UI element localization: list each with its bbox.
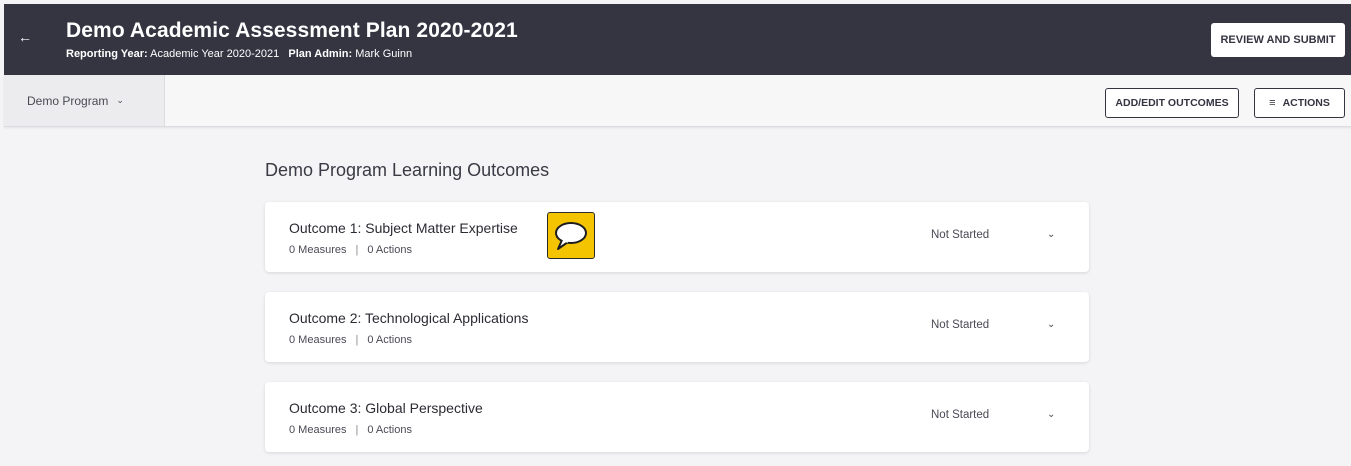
- reporting-year-value: Academic Year 2020-2021: [150, 48, 280, 60]
- program-dropdown-label: Demo Program: [27, 93, 109, 108]
- outcome-actions: 0 Actions: [367, 424, 412, 436]
- meta-separator: |: [355, 334, 359, 346]
- menu-icon: ≡: [1269, 97, 1276, 109]
- plan-title: Demo Academic Assessment Plan 2020-2021: [66, 19, 518, 42]
- outcome-meta: 0 Measures | 0 Actions: [289, 334, 412, 346]
- chevron-down-icon[interactable]: ⌄: [1047, 229, 1055, 240]
- chevron-down-icon[interactable]: ⌄: [1047, 319, 1055, 330]
- outcome-status: Not Started: [931, 409, 990, 421]
- outcome-status: Not Started: [931, 319, 990, 331]
- section-title: Demo Program Learning Outcomes: [265, 160, 550, 180]
- plan-header: ← Demo Academic Assessment Plan 2020-202…: [4, 4, 1351, 75]
- actions-button[interactable]: ≡ ACTIONS: [1254, 88, 1345, 118]
- add-edit-outcomes-button[interactable]: ADD/EDIT OUTCOMES: [1105, 88, 1239, 118]
- meta-separator: |: [355, 244, 359, 256]
- review-and-submit-button[interactable]: REVIEW AND SUBMIT: [1211, 23, 1345, 57]
- speech-bubble-icon: [555, 221, 587, 250]
- actions-button-label: ACTIONS: [1282, 97, 1330, 109]
- outcome-measures: 0 Measures: [289, 424, 347, 436]
- outcome-card-1[interactable]: Outcome 1: Subject Matter Expertise 0 Me…: [265, 202, 1089, 272]
- outcome-title: Outcome 2: Technological Applications: [289, 310, 529, 326]
- program-dropdown[interactable]: Demo Program ⌄: [4, 75, 165, 126]
- outcome-title: Outcome 3: Global Perspective: [289, 400, 483, 416]
- outcome-actions: 0 Actions: [367, 244, 412, 256]
- outcome-card-2[interactable]: Outcome 2: Technological Applications 0 …: [265, 292, 1089, 362]
- chevron-down-icon[interactable]: ⌄: [1047, 409, 1055, 420]
- meta-separator: |: [355, 424, 359, 436]
- outcome-actions: 0 Actions: [367, 334, 412, 346]
- comment-button[interactable]: [547, 212, 595, 259]
- back-arrow-icon[interactable]: ←: [18, 30, 32, 44]
- chevron-down-icon: ⌄: [116, 95, 124, 105]
- outcome-meta: 0 Measures | 0 Actions: [289, 244, 412, 256]
- outcome-title: Outcome 1: Subject Matter Expertise: [289, 220, 518, 236]
- plan-admin-value: Mark Guinn: [355, 48, 413, 60]
- outcome-card-3[interactable]: Outcome 3: Global Perspective 0 Measures…: [265, 382, 1089, 452]
- plan-meta: Reporting Year: Academic Year 2020-2021 …: [66, 48, 412, 60]
- plan-admin-label: Plan Admin:: [288, 48, 353, 60]
- outcome-status: Not Started: [931, 229, 990, 241]
- toolbar: Demo Program ⌄ ADD/EDIT OUTCOMES ≡ ACTIO…: [4, 75, 1351, 127]
- outcome-measures: 0 Measures: [289, 244, 347, 256]
- outcome-measures: 0 Measures: [289, 334, 347, 346]
- reporting-year-label: Reporting Year:: [66, 48, 148, 60]
- outcome-meta: 0 Measures | 0 Actions: [289, 424, 412, 436]
